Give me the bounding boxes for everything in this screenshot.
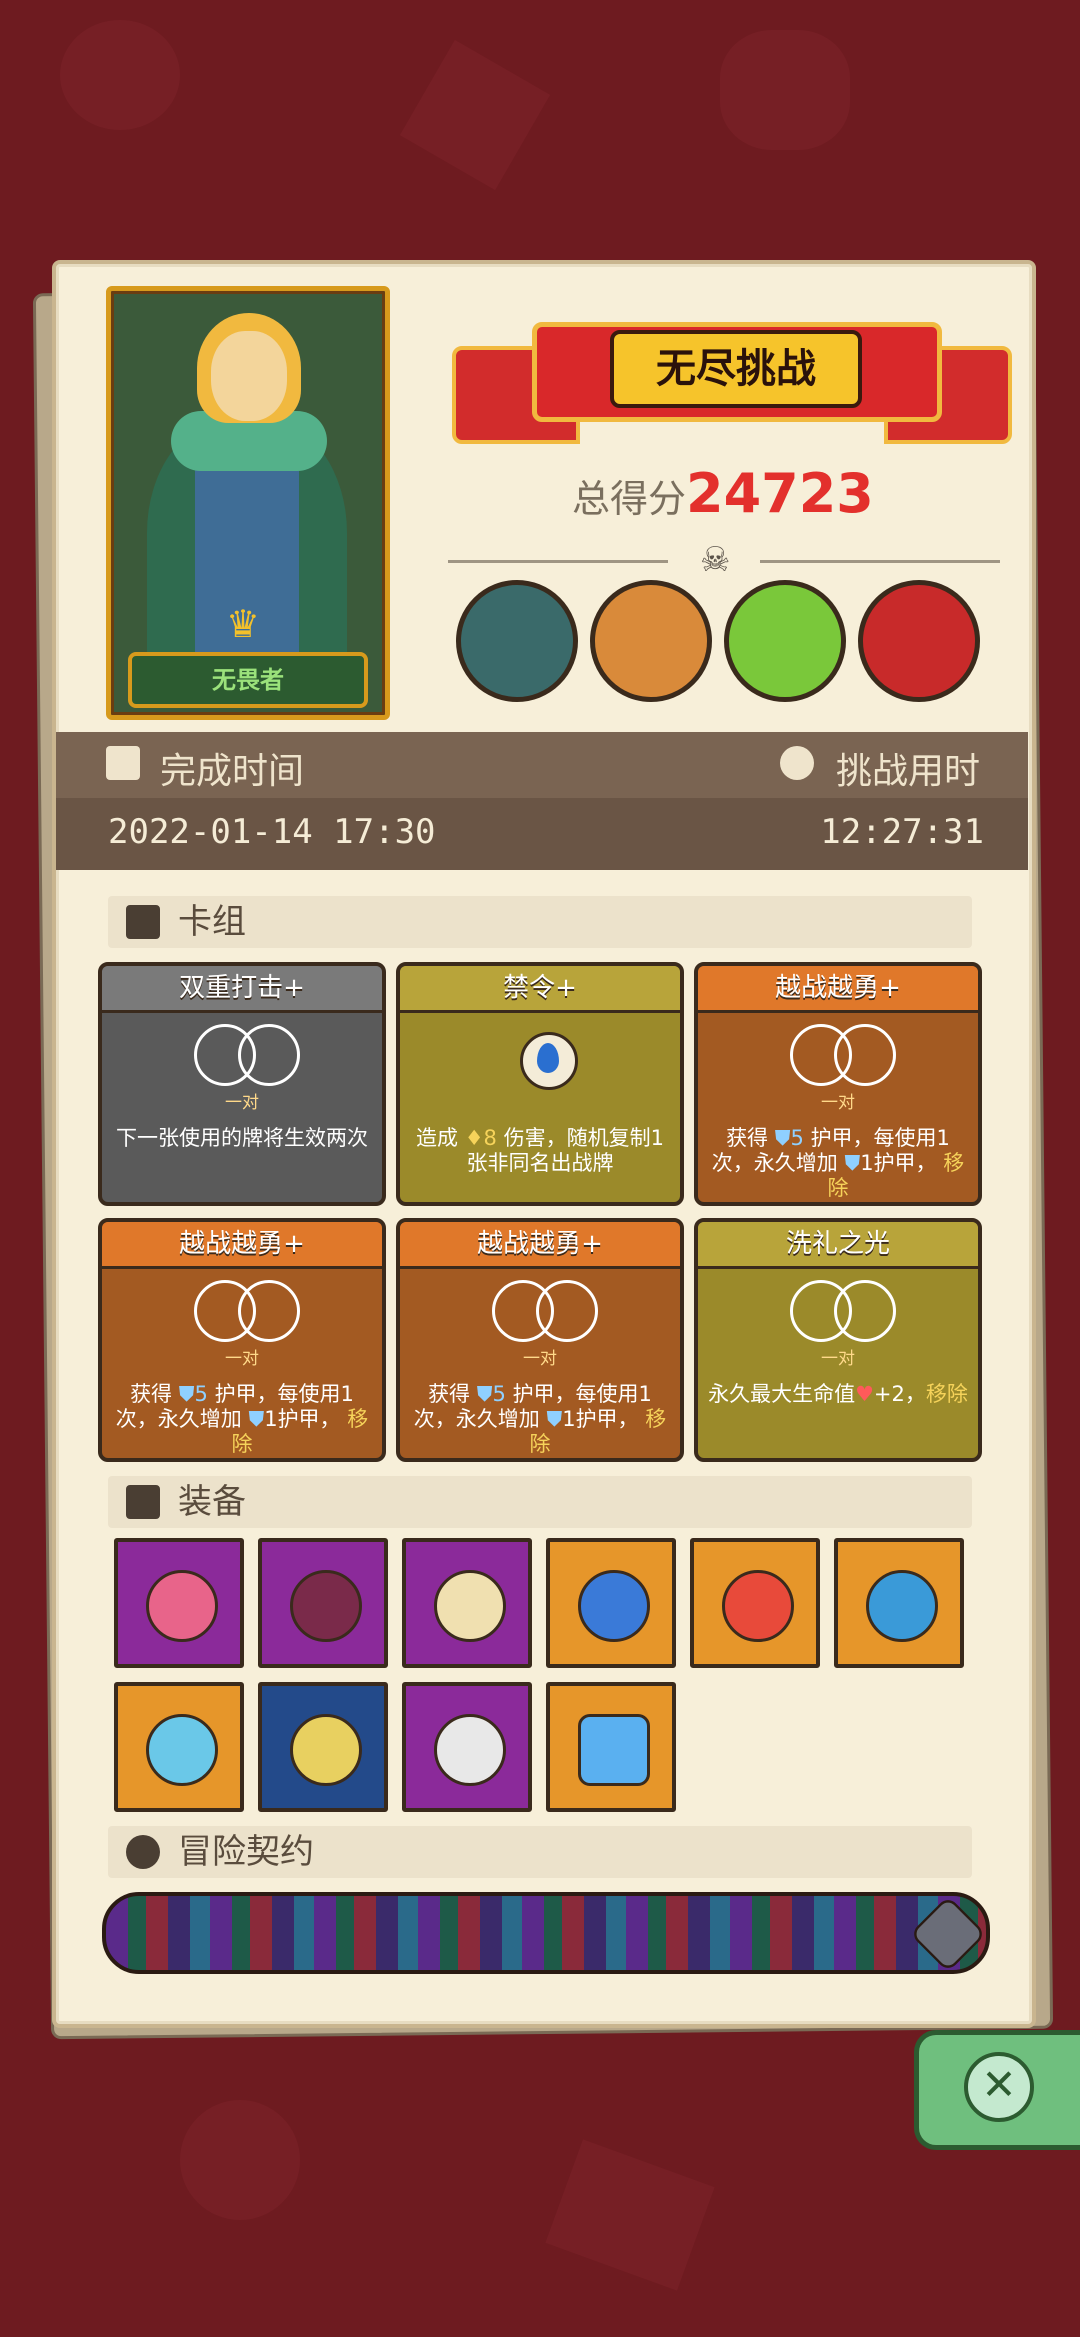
person-icon (126, 1835, 160, 1869)
card-title: 越战越勇+ (400, 1222, 680, 1269)
boss-lion-warrior (590, 580, 712, 702)
ice-shield-icon[interactable] (114, 1682, 244, 1812)
card-title: 越战越勇+ (102, 1222, 382, 1269)
card-desc: 获得 ⛊5 护甲，每使用1次，永久增加 ⛊1护甲， 移除 (711, 1126, 965, 1200)
card-title: 越战越勇+ (698, 966, 978, 1013)
boss-armored-knight (456, 580, 578, 702)
pair-rings-icon (790, 1280, 896, 1342)
ice-cube-icon[interactable] (546, 1682, 676, 1812)
film-icon (106, 746, 140, 780)
background-pattern (545, 2139, 715, 2291)
card-baptism-light[interactable]: 洗礼之光 一对 永久最大生命值♥+2，移除 (694, 1218, 982, 1462)
boss-green-demon (724, 580, 846, 702)
pair-rings-icon (194, 1024, 300, 1086)
background-pattern (180, 2100, 300, 2220)
mirror-icon[interactable] (402, 1682, 532, 1812)
background-pattern (399, 39, 551, 191)
close-icon[interactable]: ✕ (964, 2052, 1034, 2122)
equipment-header: 装备 (108, 1476, 972, 1528)
card-pair: 一对 (225, 1093, 259, 1113)
contract-strip[interactable] (102, 1892, 990, 1974)
blue-ring-icon[interactable] (546, 1538, 676, 1668)
armor-vest-icon[interactable] (258, 1538, 388, 1668)
sword-badge-icon (909, 1896, 986, 1970)
divider (760, 560, 1000, 563)
mode-title: 无尽挑战 (610, 330, 862, 408)
card-desc: 永久最大生命值♥+2，移除 (708, 1382, 968, 1406)
time-bar: 完成时间 挑战用时 2022-01-14 17:30 12:27:31 (56, 732, 1028, 870)
deck-header: 卡组 (108, 896, 972, 948)
cards-icon (126, 905, 160, 939)
box-icon (126, 1485, 160, 1519)
deck-label: 卡组 (178, 902, 246, 942)
card-desc: 获得 ⛊5 护甲，每使用1次，永久增加 ⛊1护甲， 移除 (115, 1382, 369, 1456)
card-pair: 一对 (523, 1349, 557, 1369)
finish-time-label: 完成时间 (160, 751, 305, 792)
card-pair: 一对 (821, 1349, 855, 1369)
background-pattern (60, 20, 180, 130)
card-desc: 造成 ♦8 伤害，随机复制1张非同名出战牌 (416, 1126, 664, 1175)
total-score: 总得分24723 (572, 462, 874, 526)
contract-header: 冒险契约 (108, 1826, 972, 1878)
compass-plate-icon[interactable] (258, 1682, 388, 1812)
card-title: 禁令+ (400, 966, 680, 1013)
boss-red-dragon (858, 580, 980, 702)
card-brave[interactable]: 越战越勇+ 一对 获得 ⛊5 护甲，每使用1次，永久增加 ⛊1护甲， 移除 (396, 1218, 684, 1462)
card-brave[interactable]: 越战越勇+ 一对 获得 ⛊5 护甲，每使用1次，永久增加 ⛊1护甲， 移除 (98, 1218, 386, 1462)
equipment-label: 装备 (178, 1482, 246, 1522)
card-title: 双重打击+ (102, 966, 382, 1013)
pair-rings-icon (194, 1280, 300, 1342)
crown-icon: ♛ (226, 602, 261, 646)
card-desc: 下一张使用的牌将生效两次 (116, 1126, 368, 1150)
divider (448, 560, 668, 563)
mode-banner: 无尽挑战 (452, 300, 1012, 450)
score-value: 24723 (686, 462, 874, 525)
pair-rings-icon (790, 1024, 896, 1086)
stopwatch-icon (780, 746, 814, 780)
duration-value: 12:27:31 (820, 812, 984, 852)
card-brave[interactable]: 越战越勇+ 一对 获得 ⛊5 护甲，每使用1次，永久增加 ⛊1护甲， 移除 (694, 962, 982, 1206)
contract-label: 冒险契约 (178, 1832, 314, 1872)
card-title: 洗礼之光 (698, 1222, 978, 1269)
card-double-strike[interactable]: 双重打击+ 一对 下一张使用的牌将生效两次 (98, 962, 386, 1206)
hero-title: 无畏者 (128, 652, 368, 708)
mushroom-cap-icon[interactable] (114, 1538, 244, 1668)
finish-time-value: 2022-01-14 17:30 (108, 812, 436, 852)
card-pair: 一对 (225, 1349, 259, 1369)
spiked-armor-icon[interactable] (834, 1538, 964, 1668)
pair-rings-icon (492, 1280, 598, 1342)
card-ban[interactable]: 禁令+ 造成 ♦8 伤害，随机复制1张非同名出战牌 (396, 962, 684, 1206)
card-desc: 获得 ⛊5 护甲，每使用1次，永久增加 ⛊1护甲， 移除 (413, 1382, 667, 1456)
duration-label: 挑战用时 (836, 751, 981, 792)
card-pair: 一对 (821, 1093, 855, 1113)
score-label: 总得分 (572, 477, 687, 521)
shield-disc-icon[interactable] (690, 1538, 820, 1668)
fangs-icon[interactable] (402, 1538, 532, 1668)
skull-icon: ☠ (700, 540, 731, 580)
water-drop-icon (520, 1032, 578, 1090)
background-pattern (720, 30, 850, 150)
